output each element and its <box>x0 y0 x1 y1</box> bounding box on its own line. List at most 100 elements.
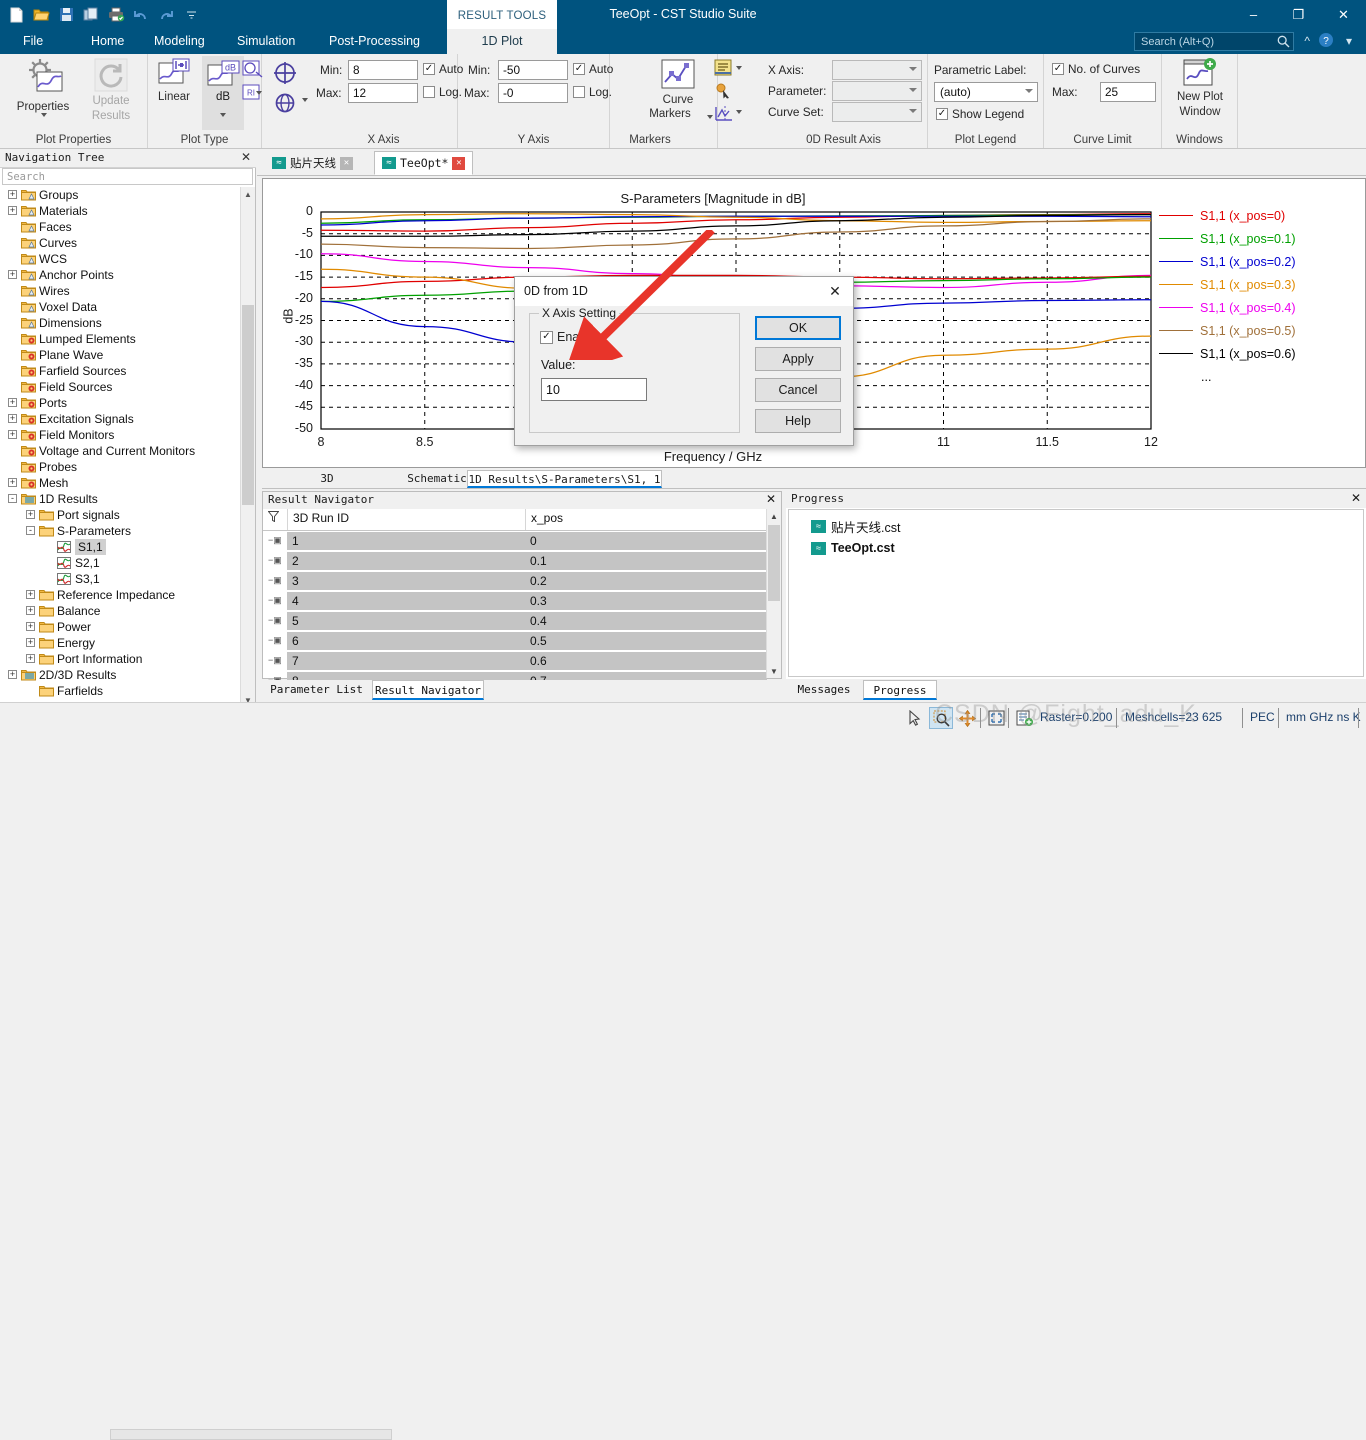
db-chevron-down-icon[interactable] <box>220 113 226 117</box>
ribbon-tab-1d-plot[interactable]: 1D Plot <box>447 29 557 54</box>
ribbon-tab-simulation[interactable]: Simulation <box>228 29 304 54</box>
parameter-combo[interactable] <box>832 81 922 101</box>
tree-expander[interactable]: + <box>26 622 35 631</box>
tree-expander[interactable]: + <box>8 478 17 487</box>
zoom-icon[interactable] <box>929 707 953 729</box>
linear-plot-button[interactable]: Linear <box>150 57 198 104</box>
tree-item-materials[interactable]: + Materials <box>0 203 242 219</box>
dialog-value-input[interactable]: 10 <box>541 378 647 401</box>
add-axis-marker-icon[interactable] <box>272 60 298 86</box>
tree-expander[interactable]: - <box>8 494 17 503</box>
result-navigator-scrollbar[interactable]: ▲ ▼ <box>766 509 781 678</box>
help-caret-icon[interactable]: ▾ <box>1346 34 1352 48</box>
row-pin-icon[interactable]: −▣ <box>268 595 282 606</box>
table-row[interactable]: −▣ 2 0.1 <box>263 551 781 571</box>
rnav-scroll-up-icon[interactable]: ▲ <box>768 509 780 523</box>
filter-icon[interactable] <box>267 511 280 525</box>
row-pin-icon[interactable]: −▣ <box>268 555 282 566</box>
tree-expander[interactable]: + <box>26 638 35 647</box>
minimize-button[interactable]: – <box>1231 0 1276 29</box>
dialog-help-button[interactable]: Help <box>755 409 841 433</box>
row-pin-icon[interactable]: −▣ <box>268 615 282 626</box>
table-row[interactable]: −▣ 1 0 <box>263 531 781 551</box>
add-result-icon[interactable] <box>1012 707 1036 729</box>
search-input[interactable]: Search (Alt+Q) <box>1134 32 1294 51</box>
legend-entry[interactable]: S1,1 (x_pos=0) <box>1159 204 1364 227</box>
tree-item-power[interactable]: + Power <box>0 619 242 635</box>
y-axis-max-input[interactable]: -0 <box>498 83 568 103</box>
properties-button[interactable]: Properties <box>12 57 74 117</box>
tree-item-mesh[interactable]: + Mesh <box>0 475 242 491</box>
dialog-ok-button[interactable]: OK <box>755 316 841 340</box>
progress-close-icon[interactable]: ✕ <box>1351 491 1361 505</box>
dialog-cancel-button[interactable]: Cancel <box>755 378 841 402</box>
ribbon-tab-modeling[interactable]: Modeling <box>145 29 214 54</box>
legend-entry[interactable]: S1,1 (x_pos=0.6) <box>1159 342 1364 365</box>
new-plot-window-button[interactable]: New Plot Window <box>1168 57 1232 119</box>
tree-item-faces[interactable]: Faces <box>0 219 242 235</box>
tree-expander[interactable]: + <box>8 398 17 407</box>
legend-entry[interactable]: S1,1 (x_pos=0.5) <box>1159 319 1364 342</box>
tree-item-s2-1[interactable]: S2,1 <box>0 555 242 571</box>
row-pin-icon[interactable]: −▣ <box>268 535 282 546</box>
no-of-curves-checkbox[interactable]: ✓ No. of Curves <box>1052 62 1140 76</box>
tree-item-farfield-sources[interactable]: Farfield Sources <box>0 363 242 379</box>
legend-entry[interactable]: S1,1 (x_pos=0.4) <box>1159 296 1364 319</box>
navigation-tree-search-input[interactable]: Search <box>2 168 253 185</box>
db-plot-button[interactable]: dB dB <box>202 56 244 130</box>
tree-item-1d-results[interactable]: - 1D Results <box>0 491 242 507</box>
tree-item-lumped-elements[interactable]: Lumped Elements <box>0 331 242 347</box>
tree-item-balance[interactable]: + Balance <box>0 603 242 619</box>
nav-scroll-thumb[interactable] <box>242 305 254 505</box>
legend-entry[interactable]: S1,1 (x_pos=0.1) <box>1159 227 1364 250</box>
tree-item-dimensions[interactable]: Dimensions <box>0 315 242 331</box>
progress-item-1[interactable]: ≈ 贴片天线.cst <box>789 515 1363 537</box>
x-axis-max-input[interactable]: 12 <box>348 83 418 103</box>
axis-marker-globe-icon[interactable] <box>272 90 298 116</box>
bottom-tab-parameter-list[interactable]: Parameter List <box>264 680 369 700</box>
dialog-apply-button[interactable]: Apply <box>755 347 841 371</box>
curve-markers-button[interactable] <box>660 58 696 90</box>
tree-item-groups[interactable]: + Groups <box>0 187 242 203</box>
pointer-icon[interactable] <box>903 707 927 729</box>
tree-expander[interactable]: + <box>8 190 17 199</box>
tree-expander[interactable]: + <box>8 670 17 679</box>
smith-chart-icon[interactable] <box>242 58 264 80</box>
tree-item-reference-impedance[interactable]: + Reference Impedance <box>0 587 242 603</box>
tree-item-field-monitors[interactable]: + Field Monitors <box>0 427 242 443</box>
tree-expander[interactable]: + <box>26 654 35 663</box>
tree-item-plane-wave[interactable]: Plane Wave <box>0 347 242 363</box>
legend-entry[interactable]: S1,1 (x_pos=0.2) <box>1159 250 1364 273</box>
y-axis-auto-checkbox[interactable]: ✓ Auto <box>573 62 613 76</box>
navigation-tree-scrollbar[interactable]: ▲ ▼ <box>240 187 255 707</box>
ribbon-tab-post-processing[interactable]: Post-Processing <box>320 29 429 54</box>
tree-item-curves[interactable]: Curves <box>0 235 242 251</box>
row-pin-icon[interactable]: −▣ <box>268 655 282 666</box>
marker-shortcut-chevron-down-icon[interactable] <box>302 98 308 102</box>
fit-icon[interactable] <box>984 707 1008 729</box>
marker-axis-icon[interactable] <box>713 103 735 125</box>
marker-cursor-icon[interactable] <box>713 80 735 102</box>
document-tab-close-icon-2[interactable]: ✕ <box>452 156 466 170</box>
table-row[interactable]: −▣ 7 0.6 <box>263 651 781 671</box>
curve-set-combo[interactable] <box>832 102 922 122</box>
tree-expander[interactable]: - <box>26 526 35 535</box>
x-axis-min-input[interactable]: 8 <box>348 60 418 80</box>
pan-icon[interactable] <box>955 707 979 729</box>
marker-axis-chevron-down-icon[interactable] <box>736 110 742 114</box>
tree-item-excitation-signals[interactable]: + Excitation Signals <box>0 411 242 427</box>
nav-scroll-up-icon[interactable]: ▲ <box>242 187 254 201</box>
tree-item-port-signals[interactable]: + Port signals <box>0 507 242 523</box>
tree-expander[interactable]: + <box>8 270 17 279</box>
y-axis-log-checkbox[interactable]: Log. <box>573 85 612 99</box>
tree-item-ports[interactable]: + Ports <box>0 395 242 411</box>
close-button[interactable]: ✕ <box>1321 0 1366 29</box>
bottom-tab-result-navigator[interactable]: Result Navigator <box>372 680 484 700</box>
tree-expander[interactable]: + <box>8 430 17 439</box>
tree-item-voxel-data[interactable]: Voxel Data <box>0 299 242 315</box>
bottom-tab-progress[interactable]: Progress <box>863 680 937 700</box>
update-results-button[interactable]: Update Results <box>80 57 142 123</box>
properties-chevron-down-icon[interactable] <box>41 113 47 117</box>
tree-expander[interactable]: + <box>8 414 17 423</box>
rnav-scroll-down-icon[interactable]: ▼ <box>768 664 780 678</box>
